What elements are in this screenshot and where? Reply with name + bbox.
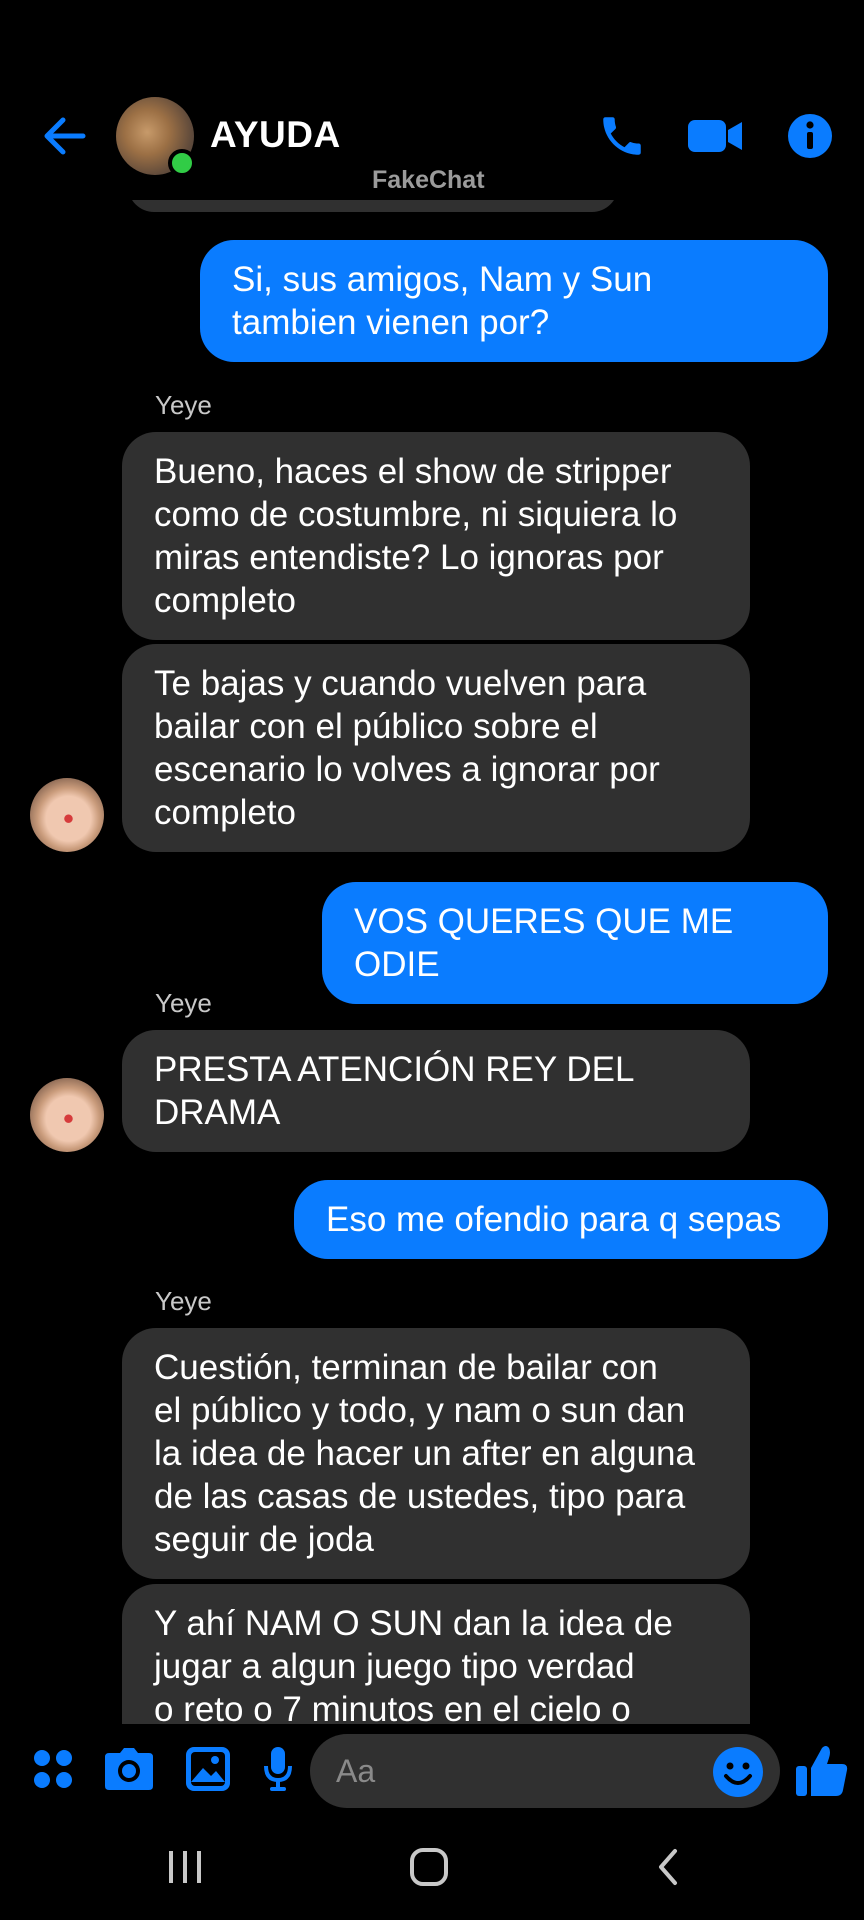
apps-icon <box>34 1750 72 1788</box>
video-call-button[interactable] <box>680 108 750 164</box>
camera-button[interactable] <box>102 1744 156 1794</box>
watermark-text: FakeChat <box>372 166 485 194</box>
video-camera-icon <box>688 120 742 152</box>
gallery-button[interactable] <box>182 1744 234 1794</box>
incoming-message-bubble[interactable]: Te bajas y cuando vuelven para bailar co… <box>122 644 750 852</box>
outgoing-message-bubble[interactable]: Eso me ofendio para q sepas <box>294 1180 828 1259</box>
like-button[interactable] <box>794 1742 850 1798</box>
emoji-icon <box>713 1747 763 1797</box>
outgoing-message-bubble[interactable]: Si, sus amigos, Nam y Sun tambien vienen… <box>200 240 828 362</box>
sender-name: Yeye <box>155 1286 212 1316</box>
system-back-button[interactable] <box>648 1840 688 1894</box>
back-icon <box>659 1849 677 1885</box>
back-arrow-icon <box>44 117 86 155</box>
message-composer <box>0 1724 864 1814</box>
message-input[interactable] <box>310 1734 780 1808</box>
system-navigation-bar <box>0 1814 864 1920</box>
incoming-message-bubble[interactable]: Y ahí NAM O SUN dan la idea de jugar a a… <box>122 1584 750 1724</box>
sender-name: Yeye <box>155 390 212 420</box>
recent-apps-button[interactable] <box>160 1840 210 1894</box>
online-status-dot <box>168 149 196 177</box>
thumbs-up-icon <box>796 1746 848 1796</box>
incoming-message-bubble[interactable]: PRESTA ATENCIÓN REY DEL DRAMA <box>122 1030 750 1152</box>
contact-name[interactable]: AYUDA <box>210 114 341 156</box>
incoming-message-bubble[interactable]: Cuestión, terminan de bailar con el públ… <box>122 1328 750 1579</box>
contact-avatar[interactable] <box>116 97 196 177</box>
voice-record-button[interactable] <box>258 1744 298 1794</box>
recent-apps-icon <box>169 1851 201 1883</box>
phone-icon <box>603 117 641 155</box>
gallery-icon <box>186 1747 230 1791</box>
mic-icon <box>264 1747 292 1791</box>
info-icon <box>788 114 832 158</box>
chat-header: AYUDA FakeChat <box>0 0 864 200</box>
sender-avatar[interactable] <box>30 1078 104 1152</box>
voice-call-button[interactable] <box>592 108 652 164</box>
sender-avatar[interactable] <box>30 778 104 852</box>
sender-name: Yeye <box>155 988 212 1018</box>
home-button[interactable] <box>404 1840 454 1894</box>
info-button[interactable] <box>782 108 838 164</box>
emoji-button[interactable] <box>712 1746 764 1798</box>
camera-icon <box>105 1748 153 1790</box>
back-button[interactable] <box>36 108 92 164</box>
outgoing-message-bubble[interactable]: VOS QUERES QUE ME ODIE <box>322 882 828 1004</box>
home-icon <box>410 1848 448 1886</box>
message-list[interactable]: Si, sus amigos, Nam y Sun tambien vienen… <box>0 160 864 1724</box>
incoming-message-bubble[interactable]: Bueno, haces el show de stripper como de… <box>122 432 750 640</box>
apps-button[interactable] <box>28 1744 78 1794</box>
